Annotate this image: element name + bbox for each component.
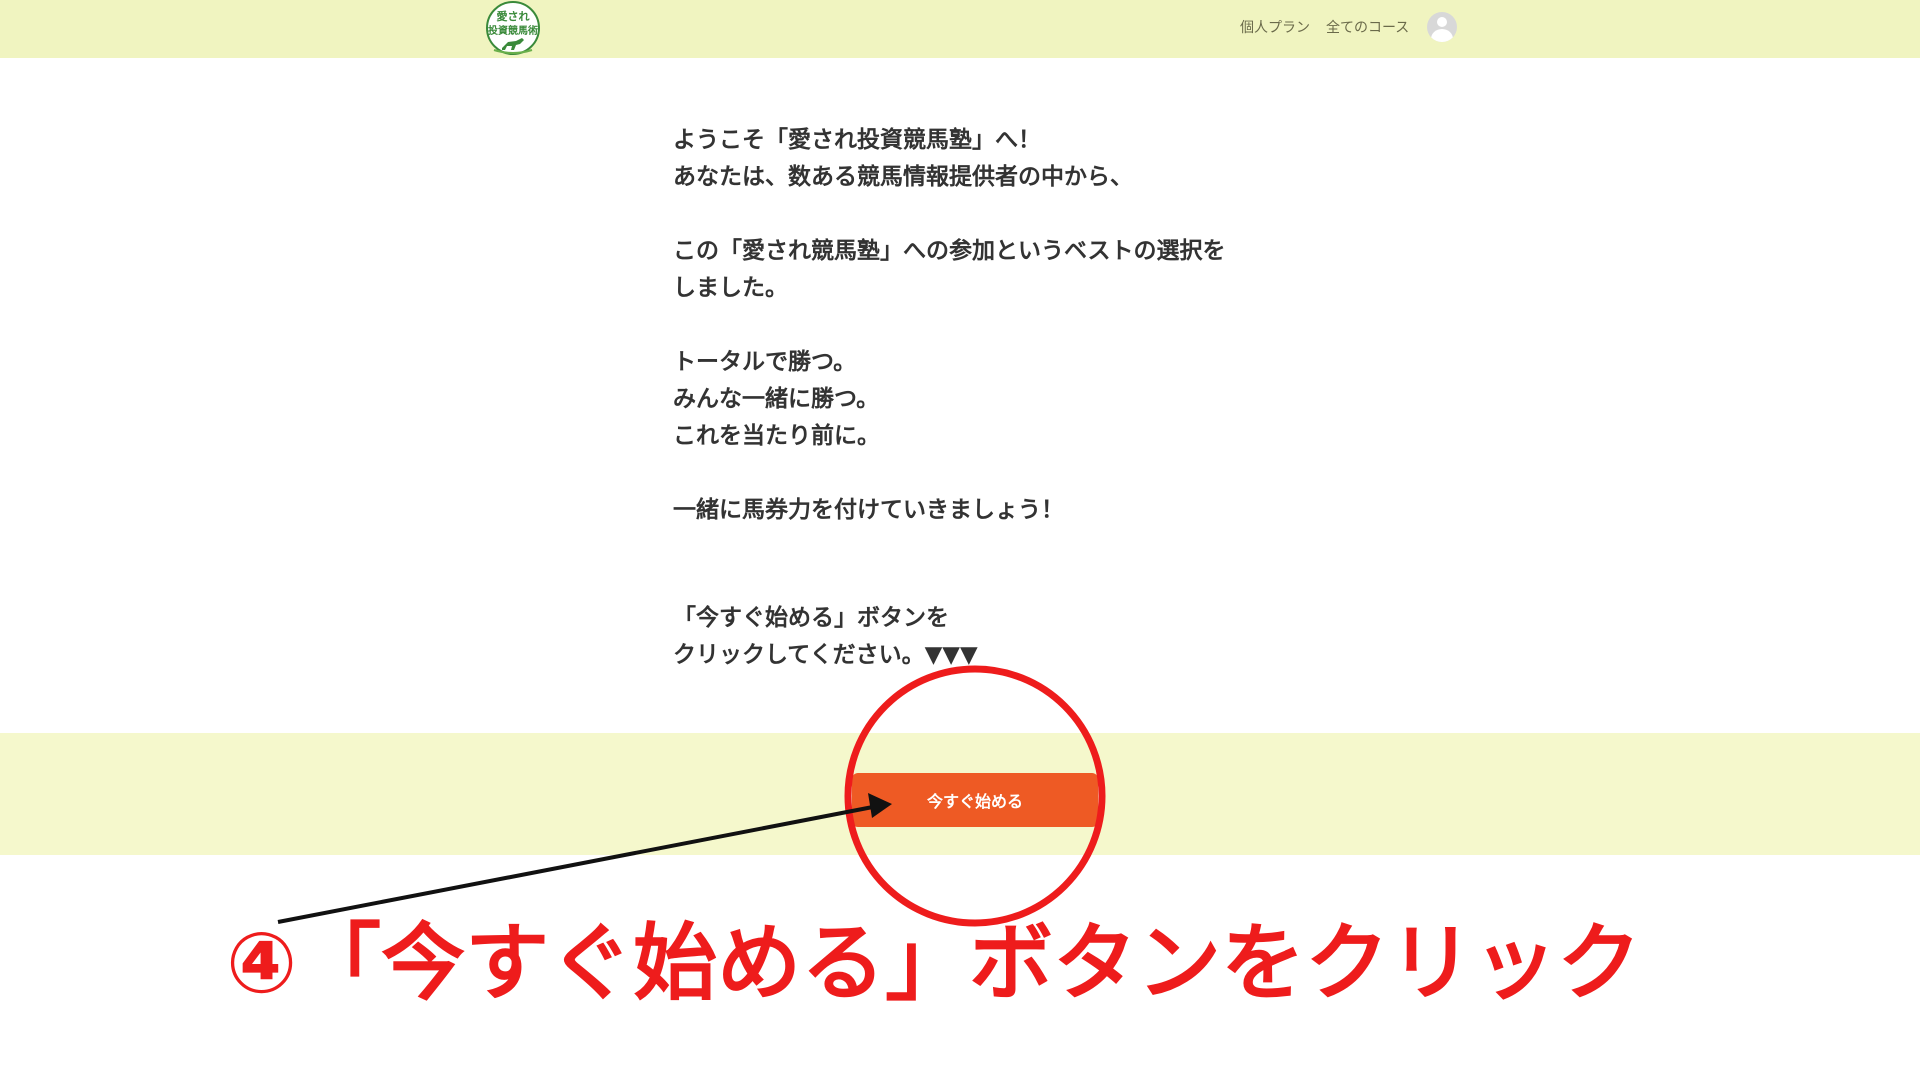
avatar-head xyxy=(1437,17,1448,27)
site-header: 愛され 投資競馬術 個人プラン 全てのコース xyxy=(0,0,1920,58)
logo-text-line1: 愛され xyxy=(497,9,530,23)
welcome-line-4: しました。 xyxy=(673,275,788,301)
site-logo[interactable]: 愛され 投資競馬術 xyxy=(480,0,546,58)
start-now-button[interactable]: 今すぐ始める xyxy=(852,773,1098,827)
nav-item-all-courses[interactable]: 全てのコース xyxy=(1326,17,1409,37)
welcome-line-6: みんな一緒に勝つ。 xyxy=(673,386,880,412)
welcome-line-8: 一緒に馬券力を付けていきましょう！ xyxy=(673,497,1064,523)
welcome-line-7: これを当たり前に。 xyxy=(673,423,880,449)
header-nav: 個人プラン 全てのコース xyxy=(1240,0,1458,54)
avatar-body xyxy=(1431,29,1454,42)
welcome-line-5: トータルで勝つ。 xyxy=(673,349,857,375)
welcome-line-3: この「愛され競馬塾」への参加というベストの選択を xyxy=(673,238,1226,264)
welcome-message: ようこそ「愛され投資競馬塾」へ！ あなたは、数ある競馬情報提供者の中から、 この… xyxy=(673,122,1373,674)
logo-text-line2: 投資競馬術 xyxy=(488,24,538,37)
horse-rider-logo: 愛され 投資競馬術 xyxy=(486,1,540,55)
instruction-line-2: クリックしてください。▼▼▼ xyxy=(673,642,978,668)
welcome-line-2: あなたは、数ある競馬情報提供者の中から、 xyxy=(673,164,1133,190)
user-avatar-icon[interactable] xyxy=(1427,12,1458,42)
instruction-line-1: 「今すぐ始める」ボタンを xyxy=(673,605,949,631)
welcome-line-1: ようこそ「愛され投資競馬塾」へ！ xyxy=(673,127,1041,153)
nav-item-personal-plan[interactable]: 個人プラン xyxy=(1240,17,1310,37)
instruction-caption: ④「今すぐ始める」ボタンをクリック xyxy=(226,914,1642,1012)
